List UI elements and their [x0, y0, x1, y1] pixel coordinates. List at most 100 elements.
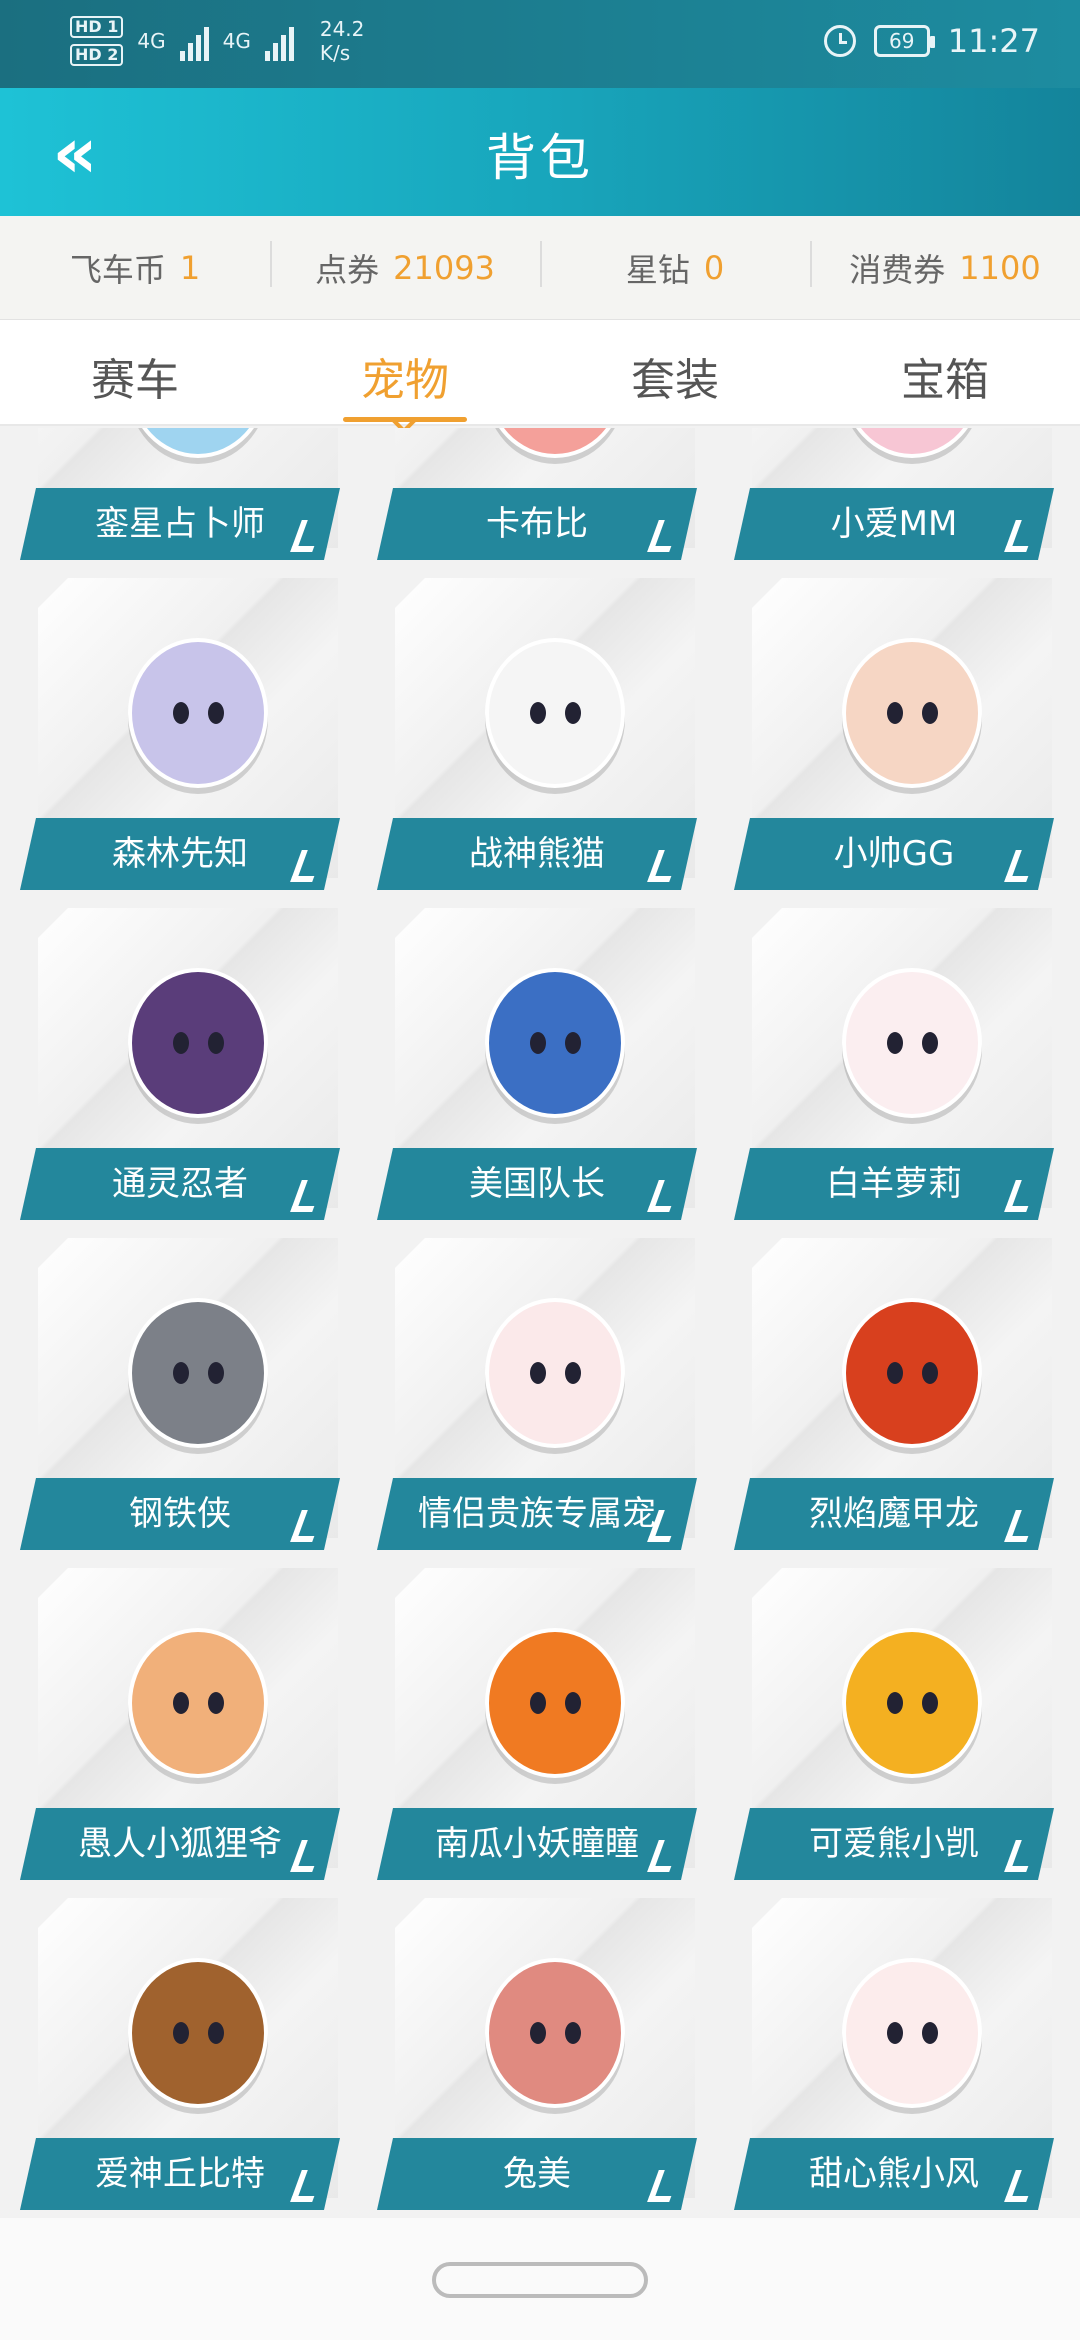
pet-image [485, 1958, 625, 2108]
pet-card[interactable]: 小爱MM [734, 428, 1054, 560]
hd1-badge: HD 1 [70, 16, 124, 38]
currency-item: 点券 21093 [270, 240, 540, 291]
speed-value: 24.2 [319, 17, 365, 41]
pet-card[interactable]: 战神熊猫 [377, 578, 697, 890]
battery-icon: 69 [873, 25, 935, 57]
pet-eye [207, 702, 224, 724]
pet-image [485, 1628, 625, 1778]
pet-eye [564, 702, 581, 724]
pet-eye [172, 1692, 189, 1714]
pet-card[interactable]: 兔美 [377, 1898, 697, 2210]
pet-image [485, 968, 625, 1118]
network-speed: 24.2 K/s [320, 17, 365, 65]
pet-image [128, 1628, 268, 1778]
pet-eye [921, 1362, 938, 1384]
currency-label: 消费券 [849, 250, 946, 289]
category-tabs: 赛车 宠物 套装 宝箱 [0, 320, 1080, 426]
pet-eye [207, 1032, 224, 1054]
pet-image [842, 1298, 982, 1448]
pet-eye [921, 1692, 938, 1714]
pet-eye [172, 1032, 189, 1054]
pet-card[interactable]: 小帅GG [734, 578, 1054, 890]
pet-eye [207, 2022, 224, 2044]
tab-racecar[interactable]: 赛车 [0, 320, 270, 424]
home-gesture-bar[interactable] [432, 2262, 648, 2298]
pet-face [877, 1686, 947, 1720]
currency-label: 点券 [315, 250, 380, 289]
pet-eye [207, 1692, 224, 1714]
pet-eye [886, 1032, 903, 1054]
pet-card[interactable]: 森林先知 [20, 578, 340, 890]
pet-eye [529, 2022, 546, 2044]
pet-card[interactable]: 美国队长 [377, 908, 697, 1220]
pet-card[interactable]: 可爱熊小凯 [734, 1568, 1054, 1880]
pet-eye [172, 1362, 189, 1384]
pet-face [163, 696, 233, 730]
signal-icon [179, 21, 209, 61]
tab-chests[interactable]: 宝箱 [810, 320, 1080, 424]
pet-face [520, 1686, 590, 1720]
currency-value: 0 [703, 248, 725, 287]
pet-eye [886, 2022, 903, 2044]
pet-face [520, 1356, 590, 1390]
pet-grid: 銮星占卜师 卡布比 小爱MM 森林先知 战神熊猫 小帅GG 通灵忍者 美国队长 白羊萝莉钢铁侠情… [0, 428, 1080, 2218]
pet-card[interactable]: 甜心熊小风 [734, 1898, 1054, 2210]
pet-card[interactable]: 白羊萝莉 [734, 908, 1054, 1220]
pet-eye [921, 702, 938, 724]
pet-eye [564, 1362, 581, 1384]
pet-card[interactable]: 烈焰魔甲龙 [734, 1238, 1054, 1550]
pet-face [877, 1356, 947, 1390]
tab-pets[interactable]: 宠物 [270, 320, 540, 424]
pet-eye [529, 1362, 546, 1384]
pet-eye [564, 1032, 581, 1054]
pet-card[interactable]: 愚人小狐狸爷 [20, 1568, 340, 1880]
pet-face [163, 1356, 233, 1390]
pet-eye [172, 702, 189, 724]
pet-card[interactable]: 爱神丘比特 [20, 1898, 340, 2210]
currency-value: 21093 [393, 248, 495, 287]
tab-outfits[interactable]: 套装 [540, 320, 810, 424]
pet-face [163, 1686, 233, 1720]
pet-eye [921, 1032, 938, 1054]
status-bar: HD 1 HD 2 4G 4G 24.2 K/s 69 11:27 [0, 0, 1080, 88]
pet-card[interactable]: 南瓜小妖瞳瞳 [377, 1568, 697, 1880]
pet-eye [529, 1692, 546, 1714]
pet-face [877, 2016, 947, 2050]
pet-face [163, 1026, 233, 1060]
currency-item: 星钻 0 [540, 240, 810, 291]
pet-eye [529, 1032, 546, 1054]
hd-indicator: HD 1 HD 2 [70, 16, 124, 66]
hd2-badge: HD 2 [70, 44, 124, 66]
pet-card[interactable]: 卡布比 [377, 428, 697, 560]
pet-card[interactable]: 情侣贵族专属宠 [377, 1238, 697, 1550]
pet-eye [886, 702, 903, 724]
pet-image [842, 968, 982, 1118]
currency-value: 1 [179, 248, 201, 287]
currency-label: 星钻 [625, 250, 690, 289]
pet-image [128, 968, 268, 1118]
pet-image [485, 638, 625, 788]
pet-card[interactable]: 銮星占卜师 [20, 428, 340, 560]
pet-eye [564, 1692, 581, 1714]
pet-card[interactable]: 钢铁侠 [20, 1238, 340, 1550]
clock: 11:27 [947, 22, 1040, 60]
currency-bar: 飞车币 1 点券 21093 星钻 0 消费券 1100 [0, 216, 1080, 320]
pet-image [128, 1958, 268, 2108]
pet-eye [886, 1362, 903, 1384]
currency-value: 1100 [959, 248, 1041, 287]
pet-card[interactable]: 通灵忍者 [20, 908, 340, 1220]
signal-icon-2 [264, 21, 294, 61]
currency-item: 飞车币 1 [0, 245, 270, 291]
network-type-2: 4G [222, 29, 251, 53]
pet-image [128, 638, 268, 788]
network-type-1: 4G [137, 29, 166, 53]
pet-face [520, 696, 590, 730]
pet-image [842, 638, 982, 788]
pet-eye [564, 2022, 581, 2044]
pet-image [485, 1298, 625, 1448]
currency-label: 飞车币 [69, 250, 166, 289]
pet-face [877, 1026, 947, 1060]
pet-eye [921, 2022, 938, 2044]
pet-image [842, 1628, 982, 1778]
app-header: « 背包 [0, 88, 1080, 216]
